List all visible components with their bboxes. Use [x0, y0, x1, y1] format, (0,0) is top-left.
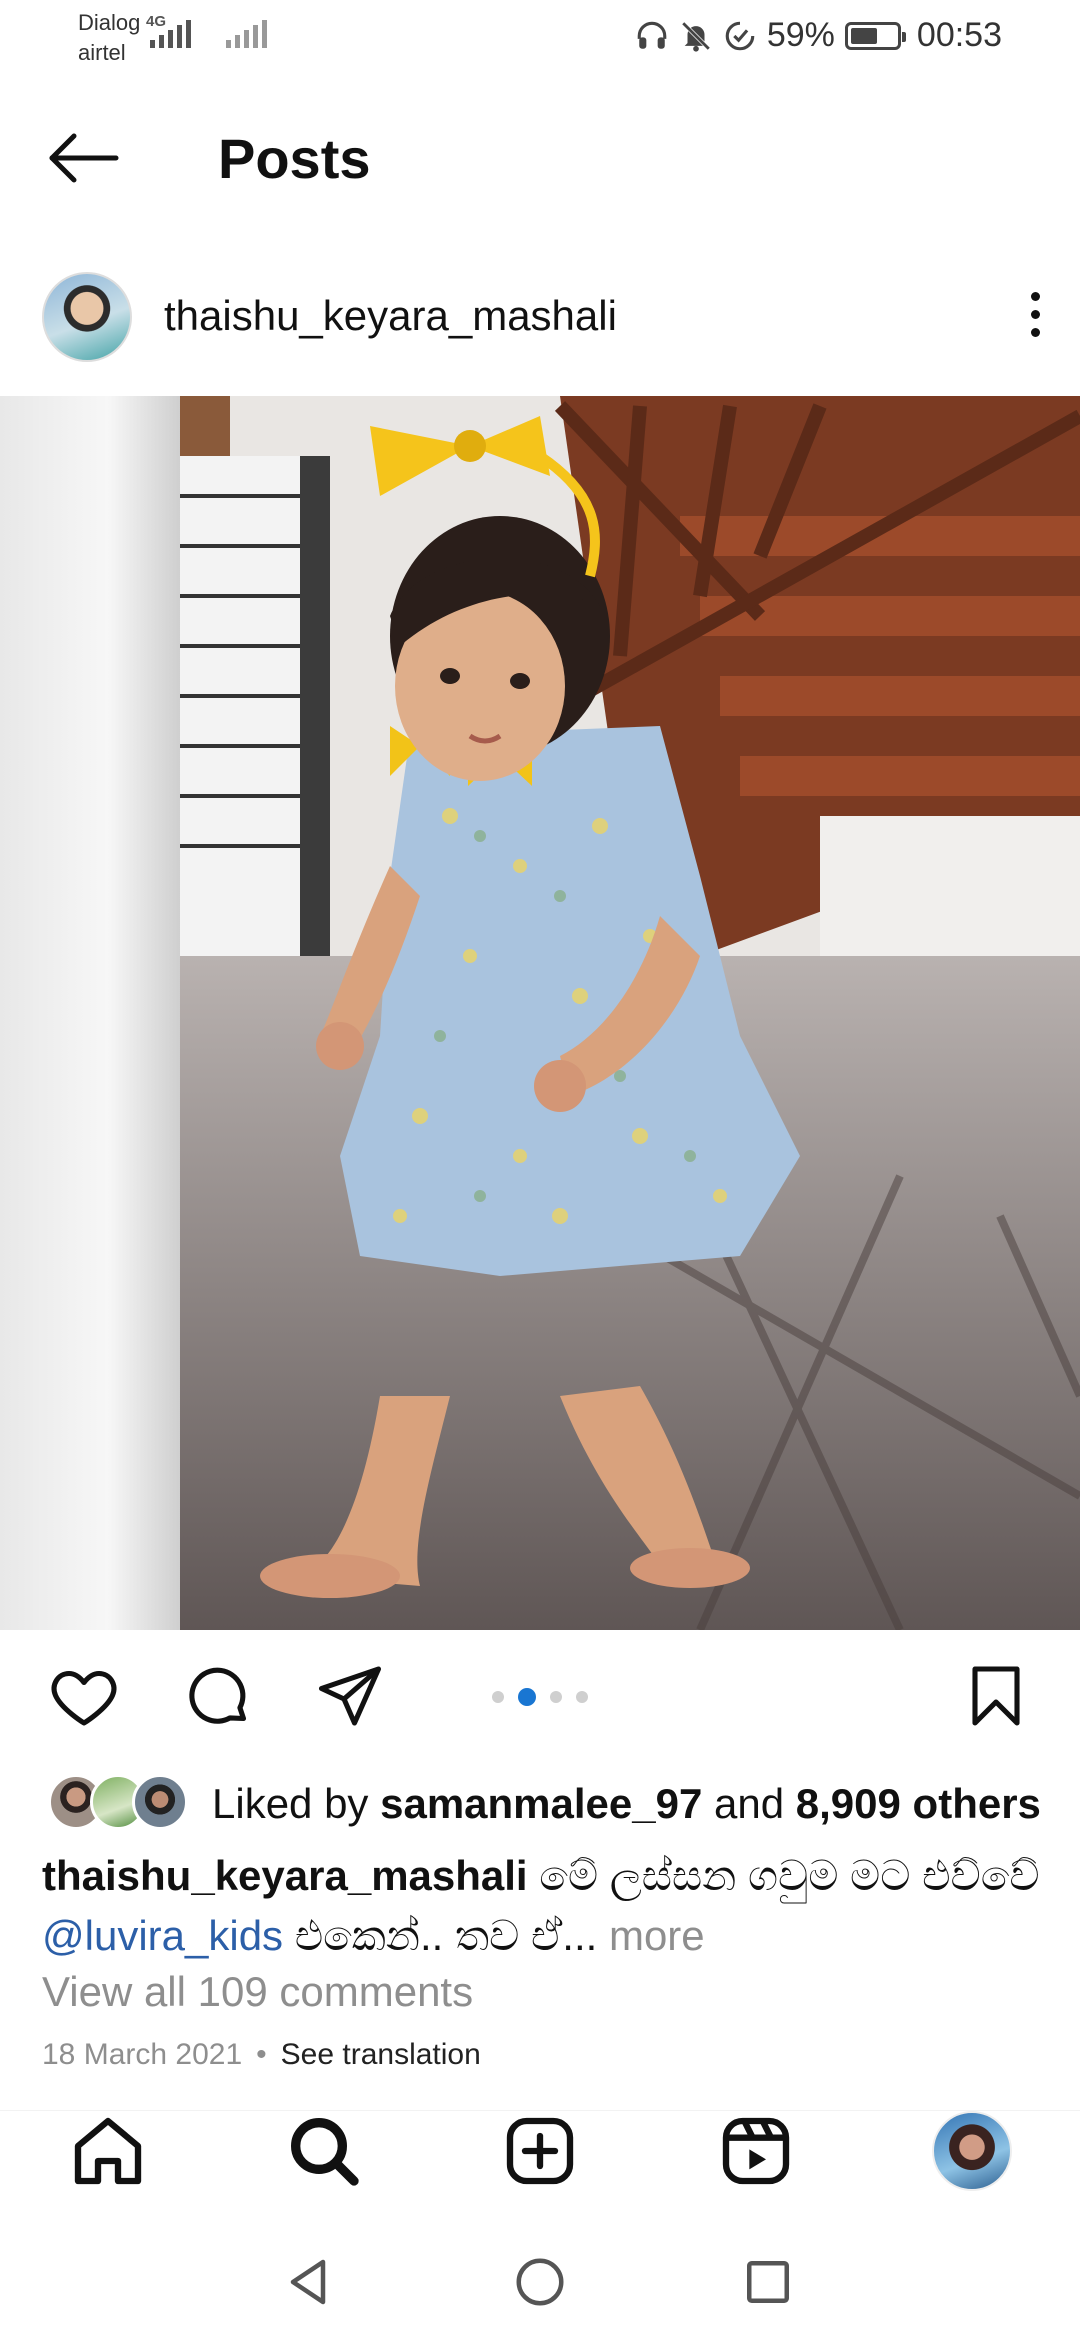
battery-percent: 59% [766, 16, 835, 54]
home-circle-icon [516, 2258, 564, 2306]
caption-text-2: එකෙන්.. තව ඒ... [283, 1912, 598, 1959]
system-back-button[interactable] [278, 2252, 338, 2312]
caption-mention[interactable]: @luvira_kids [42, 1912, 283, 1959]
back-triangle-icon [290, 2259, 326, 2305]
heart-icon [51, 1670, 117, 1726]
clock: 00:53 [916, 16, 1002, 54]
liker-avatar [132, 1774, 188, 1830]
share-button[interactable] [314, 1660, 386, 1732]
carousel-dot [492, 1691, 504, 1703]
caption-more-link[interactable]: more [597, 1912, 705, 1959]
carousel-dot [518, 1688, 536, 1706]
signal-icon-secondary [226, 18, 267, 48]
mute-icon [681, 21, 711, 52]
carousel-dot [576, 1691, 588, 1703]
nav-search[interactable] [284, 2111, 364, 2191]
likes-row[interactable]: Liked by samanmalee_97 and 8,909 others [0, 1770, 1080, 1840]
search-icon [291, 2118, 359, 2186]
post-photo-illustration [0, 396, 1080, 1630]
like-button[interactable] [48, 1660, 120, 1732]
carrier-1: Dialog [78, 10, 141, 35]
post-caption: thaishu_keyara_mashali මේ ලස්සන ගවුම මට … [42, 1846, 1042, 1966]
caption-text-1: මේ ලස්සන ගවුම මට එව්වේ [527, 1852, 1040, 1899]
liked-by-user[interactable]: samanmalee_97 [380, 1780, 702, 1827]
headphones-icon [637, 21, 667, 49]
carrier-names: Dialog airtel [78, 8, 140, 68]
more-options-button[interactable] [1020, 288, 1050, 348]
comment-icon [189, 1667, 247, 1724]
bookmark-icon [972, 1666, 1020, 1726]
likes-count[interactable]: 8,909 others [796, 1780, 1041, 1827]
system-navigation [0, 2232, 1080, 2340]
see-translation-link[interactable]: See translation [281, 2038, 481, 2071]
nav-reels[interactable] [716, 2111, 796, 2191]
send-icon [318, 1666, 382, 1726]
meta-separator: • [256, 2038, 267, 2071]
view-all-comments-link[interactable]: View all 109 comments [42, 1968, 473, 2016]
system-recents-button[interactable] [738, 2252, 798, 2312]
carousel-indicator [492, 1688, 588, 1706]
likes-text: Liked by samanmalee_97 and 8,909 others [212, 1780, 1041, 1828]
bottom-navigation [0, 2110, 1080, 2230]
more-vertical-icon [1030, 292, 1040, 301]
likes-and: and [702, 1780, 796, 1827]
caption-username[interactable]: thaishu_keyara_mashali [42, 1852, 528, 1899]
arrow-left-icon [49, 133, 119, 183]
post-photo[interactable] [0, 396, 1080, 1630]
post-meta: 18 March 2021 • See translation [42, 2038, 481, 2072]
home-icon [74, 2117, 142, 2185]
liker-avatars [48, 1774, 188, 1830]
nav-profile-avatar[interactable] [932, 2111, 1012, 2191]
back-button[interactable] [44, 128, 124, 188]
status-right: 59% 00:53 [635, 16, 1002, 55]
post-header: thaishu_keyara_mashali [0, 268, 1080, 368]
create-icon [506, 2117, 574, 2185]
reels-icon [722, 2117, 790, 2185]
signal-icon [150, 18, 191, 48]
recents-square-icon [747, 2261, 789, 2303]
status-bar: Dialog airtel 4G 59% 00:53 [0, 0, 1080, 72]
carrier-2: airtel [78, 40, 126, 65]
data-saver-icon [725, 21, 755, 50]
post-author-username[interactable]: thaishu_keyara_mashali [164, 292, 617, 340]
likes-prefix: Liked by [212, 1780, 381, 1827]
page-title: Posts [218, 127, 371, 190]
top-header: Posts [0, 100, 1080, 220]
post-date: 18 March 2021 [42, 2038, 243, 2071]
nav-create[interactable] [500, 2111, 580, 2191]
carousel-dot [550, 1691, 562, 1703]
post-author-avatar[interactable] [42, 272, 132, 362]
battery-icon [844, 21, 906, 50]
nav-home[interactable] [68, 2111, 148, 2191]
save-button[interactable] [960, 1660, 1032, 1732]
post-actions [0, 1660, 1080, 1740]
system-home-button[interactable] [510, 2252, 570, 2312]
comment-button[interactable] [182, 1660, 254, 1732]
